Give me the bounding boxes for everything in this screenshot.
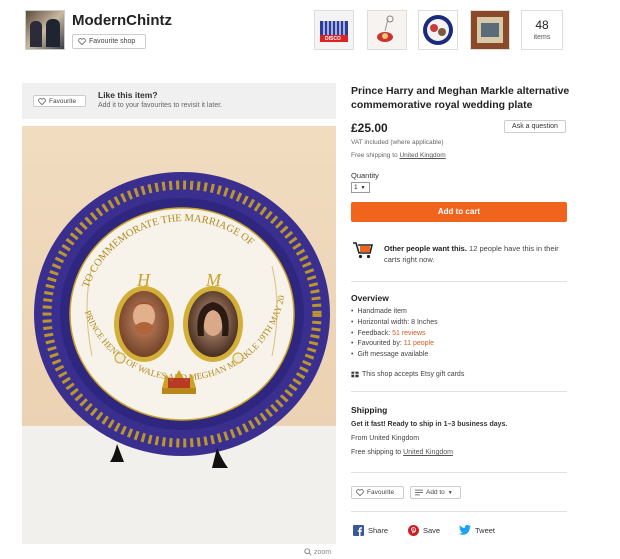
keyring-thumbnail[interactable]	[367, 10, 407, 50]
overview-list: Handmade item Horizontal width: 8 Inches…	[351, 307, 438, 361]
items-count-number: 48	[535, 18, 549, 32]
favourited-by-link[interactable]: 11 people	[404, 340, 434, 347]
facebook-icon	[353, 525, 364, 536]
favourite-shop-label: Favourite shop	[89, 38, 136, 45]
save-label: Save	[423, 526, 441, 535]
overview-title: Overview	[351, 293, 389, 303]
overview-item: Favourited by: 11 people	[351, 339, 438, 350]
gift-card-text: This shop accepts Etsy gift cards	[362, 371, 465, 378]
shipping-title: Shipping	[351, 405, 388, 415]
add-to-cart-button[interactable]: Add to cart	[351, 202, 567, 222]
reviews-link[interactable]: 51 reviews	[392, 330, 425, 337]
quantity-value: 1	[354, 184, 358, 191]
shop-avatar[interactable]	[25, 10, 65, 50]
shipping-country-link[interactable]: United Kingdom	[403, 449, 453, 456]
product-title: Prince Harry and Meghan Markle alternati…	[351, 85, 570, 111]
overview-item: Gift message available	[351, 350, 438, 361]
gift-card-note: This shop accepts Etsy gift cards	[351, 371, 464, 378]
share-label: Share	[368, 526, 389, 535]
favourite-item-button[interactable]: Favourite	[351, 486, 404, 499]
overview-item: Handmade item	[351, 307, 438, 318]
badge-thumbnail[interactable]	[418, 10, 458, 50]
shipping-from: From United Kingdom	[351, 435, 420, 442]
heart-icon	[38, 97, 46, 105]
divider	[351, 281, 567, 282]
favourite-button[interactable]: Favourite	[33, 95, 86, 107]
favourite-button-label: Favourite	[49, 97, 77, 105]
tweet-label: Tweet	[475, 525, 496, 535]
facebook-share-button[interactable]: Share	[353, 525, 388, 536]
disco-thumbnail-text: DISCO	[325, 36, 341, 42]
twitter-tweet-button[interactable]: Tweet	[459, 525, 495, 535]
coaster-thumbnail[interactable]	[470, 10, 510, 50]
others-want-bold: Other people want this.	[384, 244, 467, 253]
chevron-down-icon: ▼	[360, 185, 366, 191]
ask-question-button[interactable]: Ask a question	[504, 120, 566, 133]
add-to-list-button[interactable]: Add to ▼	[410, 486, 461, 499]
chevron-down-icon: ▼	[447, 489, 453, 496]
heart-icon	[356, 489, 364, 496]
add-to-label: Add to	[426, 489, 445, 496]
like-item-subtitle: Add it to your favourites to revisit it …	[98, 102, 223, 109]
gift-card-icon	[351, 371, 359, 378]
like-item-title: Like this item?	[98, 90, 158, 100]
disco-thumbnail[interactable]: DISCO	[314, 10, 354, 50]
divider	[351, 472, 567, 473]
vat-note: VAT included (where applicable)	[351, 139, 444, 146]
free-shipping-prefix: Free shipping to	[351, 152, 398, 159]
shipping-fast: Get it fast! Ready to ship in 1–3 busine…	[351, 421, 508, 428]
free-shipping-country-link[interactable]: United Kingdom	[399, 152, 445, 159]
magnifier-icon	[304, 548, 312, 556]
zoom-label: zoom	[314, 548, 332, 556]
overview-item: Feedback: 51 reviews	[351, 329, 438, 340]
favourite-shop-button[interactable]: Favourite shop	[72, 34, 146, 49]
product-photo[interactable]: TO COMMEMORATE THE MARRIAGE OF PRINCE HE…	[22, 126, 336, 544]
overview-item: Horizontal width: 8 Inches	[351, 318, 437, 329]
others-want-this: Other people want this. 12 people have t…	[384, 243, 564, 265]
quantity-select[interactable]: 1 ▼	[351, 182, 370, 193]
heart-icon	[78, 38, 86, 45]
zoom-link[interactable]: zoom	[304, 548, 331, 556]
pinterest-save-button[interactable]: Save	[408, 525, 440, 536]
items-count-label: items	[533, 34, 551, 41]
shop-name[interactable]: ModernChintz	[72, 12, 172, 29]
list-icon	[415, 489, 423, 496]
free-shipping-note: Free shipping to United Kingdom	[351, 152, 446, 159]
shop-items-count[interactable]: 48 items	[521, 10, 563, 50]
shipping-free: Free shipping to United Kingdom	[351, 449, 453, 456]
favourite-item-label: Favourite	[367, 489, 395, 496]
divider	[351, 511, 567, 512]
twitter-icon	[459, 525, 471, 535]
cart-icon	[352, 240, 374, 260]
divider	[351, 391, 567, 392]
quantity-label: Quantity	[351, 171, 379, 180]
product-price: £25.00	[351, 121, 388, 135]
shipping-free-prefix: Free shipping to	[351, 449, 402, 456]
pinterest-icon	[408, 525, 419, 536]
